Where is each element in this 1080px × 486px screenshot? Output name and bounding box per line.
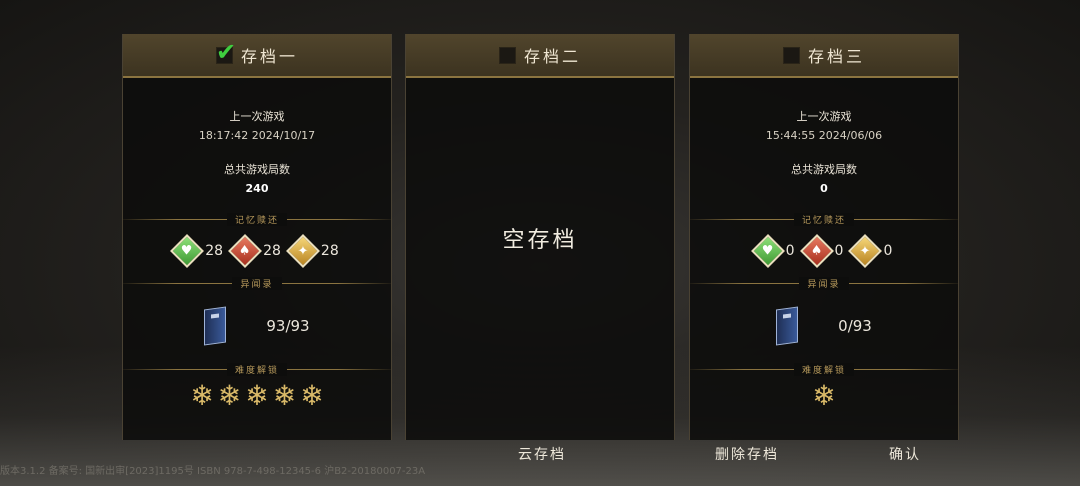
heart-gem-icon: ♥: [750, 234, 785, 268]
difficulty-label: 难度解锁: [793, 362, 854, 376]
last-play-label: 上一次游戏: [229, 110, 285, 123]
red-gem-icon: ♠: [799, 234, 834, 268]
slot-1-header[interactable]: ✔ 存档一: [123, 34, 391, 78]
last-play-time: 15:44:55 2024/06/06: [765, 129, 883, 142]
codex-row: 0/93: [690, 290, 958, 362]
slot-2-title: 存档二: [523, 47, 581, 66]
codex-divider: 异闻录: [123, 276, 391, 290]
codex-row: 93/93: [123, 290, 391, 362]
difficulty-flakes: ❄ ❄ ❄ ❄ ❄: [123, 376, 391, 416]
slot-3-checkbox[interactable]: [782, 46, 800, 64]
red-gem-icon: ♠: [228, 234, 263, 268]
difficulty-divider: 难度解锁: [690, 362, 958, 376]
empty-slot-text: 空存档: [502, 228, 578, 253]
last-play-time: 18:17:42 2024/10/17: [198, 129, 316, 142]
memory-gems: ♥ 0 ♠ 0 ✦ 0: [690, 226, 958, 276]
gem-gold-count: 28: [320, 243, 339, 259]
memory-label: 记忆赎还: [226, 212, 287, 226]
save-slot-1[interactable]: ✔ 存档一 上一次游戏 18:17:42 2024/10/17 总共游戏局数 2…: [122, 34, 392, 440]
confirm-button[interactable]: 确认: [870, 444, 940, 466]
gold-gem-icon: ✦: [848, 234, 883, 268]
check-icon: ✔: [215, 37, 237, 66]
delete-save-button[interactable]: 删除存档: [705, 444, 789, 466]
version-text: 版本3.1.2 备案号: 国新出审[2023]1195号 ISBN 978-7-…: [0, 466, 426, 477]
gem-gold-count: 0: [883, 243, 893, 259]
memory-divider: 记忆赎还: [123, 212, 391, 226]
codex-count: 0/93: [838, 317, 872, 335]
gem-green: ♥ 28: [170, 234, 224, 268]
difficulty-flake-icon: ❄: [245, 379, 269, 412]
total-plays-value: 240: [245, 182, 269, 195]
gem-gold: ✦ 28: [285, 234, 339, 268]
codex-book-icon: [776, 306, 799, 346]
cloud-save-button[interactable]: 云存档: [500, 444, 584, 466]
gem-green-count: 28: [205, 243, 224, 259]
gem-red: ♠ 28: [228, 234, 281, 268]
slot-1-title: 存档一: [240, 47, 298, 66]
gem-red-count: 28: [263, 243, 281, 259]
difficulty-divider: 难度解锁: [123, 362, 391, 376]
codex-book-icon: [204, 306, 227, 346]
gem-gold: ✦ 0: [848, 234, 893, 268]
difficulty-label: 难度解锁: [226, 362, 287, 376]
last-play-label: 上一次游戏: [796, 110, 852, 123]
memory-label: 记忆赎还: [793, 212, 854, 226]
gem-green-count: 0: [785, 243, 795, 259]
slot-3-title: 存档三: [807, 47, 865, 66]
slot-3-header[interactable]: 存档三: [690, 34, 958, 78]
gem-red: ♠ 0: [799, 234, 844, 268]
gem-green: ♥ 0: [750, 234, 795, 268]
heart-gem-icon: ♥: [170, 234, 205, 268]
save-slot-3[interactable]: 存档三 上一次游戏 15:44:55 2024/06/06 总共游戏局数 0 记…: [689, 34, 959, 440]
difficulty-flake-icon: ❄: [272, 379, 297, 412]
slot-1-checkbox[interactable]: ✔: [215, 40, 236, 64]
slot-2-checkbox[interactable]: [498, 46, 516, 64]
codex-label: 异闻录: [799, 276, 849, 290]
total-plays-label: 总共游戏局数: [791, 163, 857, 176]
slot-2-header[interactable]: 存档二: [406, 34, 674, 78]
gem-red-count: 0: [834, 243, 844, 259]
codex-divider: 异闻录: [690, 276, 958, 290]
difficulty-flake-icon: ❄: [300, 379, 324, 412]
save-slot-2[interactable]: 存档二 空存档: [405, 34, 675, 440]
total-plays-label: 总共游戏局数: [224, 163, 290, 176]
codex-label: 异闻录: [232, 276, 282, 290]
memory-gems: ♥ 28 ♠ 28 ✦ 28: [123, 226, 391, 276]
total-plays-value: 0: [820, 182, 828, 195]
memory-divider: 记忆赎还: [690, 212, 958, 226]
difficulty-flake-icon: ❄: [812, 379, 836, 412]
difficulty-flake-icon: ❄: [217, 379, 242, 412]
difficulty-flakes: ❄: [690, 376, 958, 416]
difficulty-flake-icon: ❄: [190, 379, 214, 412]
gold-gem-icon: ✦: [285, 234, 320, 268]
codex-count: 93/93: [266, 317, 310, 335]
